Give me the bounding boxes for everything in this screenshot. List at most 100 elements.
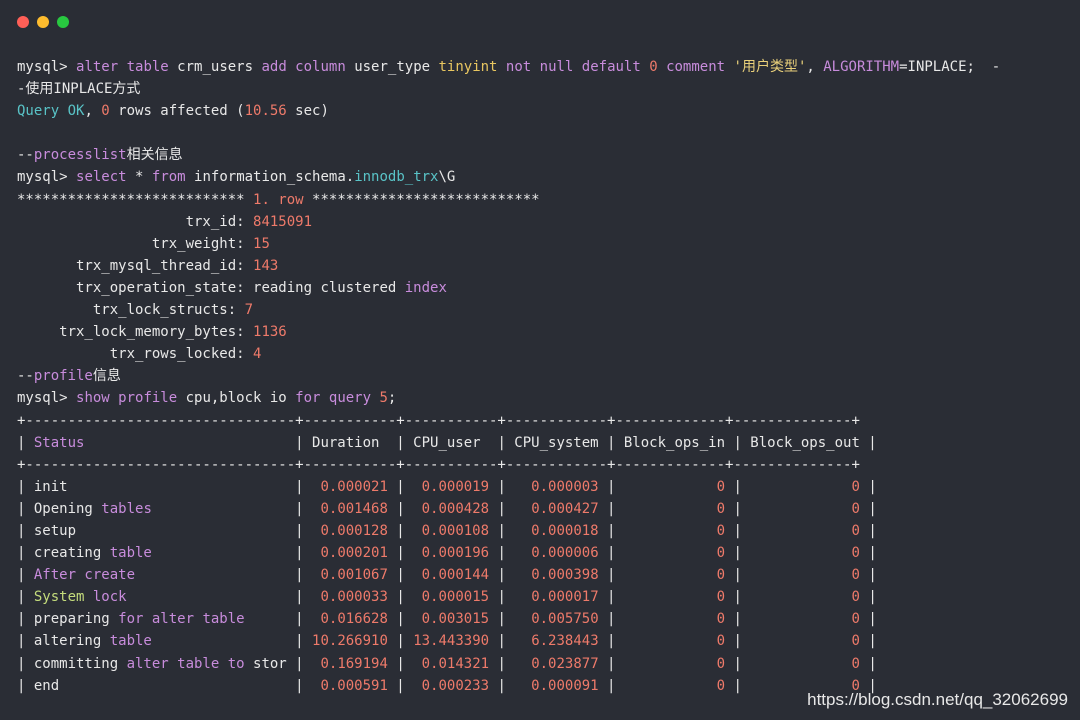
terminal-token: 信息 <box>92 368 121 385</box>
terminal-token: select <box>76 169 136 186</box>
terminal-token: System <box>33 589 85 606</box>
terminal-line-output: Query OK, 0 rows affected (10.56 sec) <box>17 100 1067 122</box>
terminal-token: table <box>109 545 152 562</box>
terminal-token: | <box>387 545 414 562</box>
terminal-token: 0.000018 <box>522 522 599 539</box>
terminal-token: | Opening <box>17 500 102 517</box>
terminal-token: \G <box>438 169 456 186</box>
terminal-line-output: *************************** 1. row *****… <box>17 189 1067 211</box>
terminal-token: crm_users <box>177 59 262 75</box>
terminal-line-output: trx_rows_locked: 4 <box>17 343 1067 365</box>
terminal-token: 0 <box>716 677 726 694</box>
terminal-line-comment: --profile信息 <box>17 365 1067 387</box>
minimize-window-button[interactable] <box>37 16 49 28</box>
terminal-token: | Duration | CPU_user | CPU_system | Blo… <box>84 434 877 451</box>
terminal-token: *************************** <box>312 191 540 208</box>
terminal-token: | <box>598 567 717 584</box>
terminal-token: | <box>17 589 34 606</box>
terminal-token: 13.443390 <box>413 633 490 650</box>
terminal-token: +--------------------------------+------… <box>17 412 860 429</box>
terminal-token: 0 <box>851 545 860 562</box>
terminal-line-table-row: | altering table | 10.266910 | 13.443390… <box>17 630 1067 652</box>
terminal-token: +--------------------------------+------… <box>17 456 860 473</box>
terminal-token: 0.000201 <box>312 545 388 562</box>
terminal-token: 0 <box>851 633 860 650</box>
terminal-token: | <box>859 655 877 672</box>
terminal-token: | <box>489 633 523 650</box>
terminal-token: 0 <box>851 589 860 606</box>
terminal-token: innodb_trx <box>354 169 439 186</box>
terminal-token: alter table <box>76 59 178 75</box>
terminal-token: 0.000015 <box>413 589 490 606</box>
terminal-token: | <box>489 677 523 694</box>
terminal-token: 8415091 <box>253 213 313 230</box>
terminal-token: trx_weight: <box>17 235 254 252</box>
terminal-token: '用户类型' <box>733 59 807 75</box>
terminal-token: 0.000006 <box>522 545 599 562</box>
terminal-token: tinyint <box>438 59 506 75</box>
terminal-token: reading clustered <box>253 279 405 296</box>
terminal-token: 0.000591 <box>312 677 388 694</box>
terminal-token: mysql> <box>17 169 77 186</box>
terminal-line-table-row: | setup | 0.000128 | 0.000108 | 0.000018… <box>17 520 1067 542</box>
terminal-token: | <box>17 567 34 584</box>
terminal-token: | <box>859 567 877 584</box>
terminal-line-output: trx_mysql_thread_id: 143 <box>17 255 1067 277</box>
terminal-line-command: mysql> show profile cpu,block io for que… <box>17 387 1067 409</box>
terminal-token: 0 <box>649 59 667 75</box>
terminal-token: 0.000398 <box>522 567 599 584</box>
terminal-token: | <box>135 567 313 584</box>
terminal-line-output: trx_operation_state: reading clustered i… <box>17 277 1067 299</box>
terminal-token: for query <box>295 390 380 407</box>
terminal-token: ALGORITHM <box>823 59 900 75</box>
terminal-token: | init | <box>17 478 313 495</box>
terminal-token: | end | <box>17 677 313 694</box>
terminal-token: show profile <box>76 390 186 407</box>
terminal-token: user_type <box>354 59 439 75</box>
terminal-token: comment <box>666 59 734 75</box>
terminal-token: | altering <box>17 633 110 650</box>
terminal-token: 0.001468 <box>312 500 388 517</box>
terminal-token: profile <box>33 368 93 385</box>
terminal-token: | <box>598 633 717 650</box>
terminal-token: 0.000196 <box>413 545 490 562</box>
terminal-token: 0 <box>716 478 726 495</box>
terminal-token: | <box>725 545 852 562</box>
terminal-token: 15 <box>253 235 270 252</box>
terminal-token: 0 <box>101 103 110 120</box>
terminal-token: 0 <box>716 500 726 517</box>
terminal-token: 0.000091 <box>522 677 599 694</box>
terminal-token: trx_lock_memory_bytes: <box>17 324 254 341</box>
terminal-line-table-row: | After create | 0.001067 | 0.000144 | 0… <box>17 564 1067 586</box>
terminal-token: index <box>404 279 447 296</box>
terminal-line-border: +--------------------------------+------… <box>17 410 1067 432</box>
terminal-token: | <box>725 500 852 517</box>
terminal-token: alter table to <box>126 655 245 672</box>
terminal-token: 0 <box>851 478 860 495</box>
terminal-line-output: trx_lock_structs: 7 <box>17 299 1067 321</box>
terminal-token: 0 <box>851 655 860 672</box>
terminal-token: | <box>387 478 414 495</box>
terminal-token: | <box>725 522 852 539</box>
terminal-token: 7 <box>244 302 254 319</box>
terminal-token: 0.000017 <box>522 589 599 606</box>
terminal-line-border: +--------------------------------+------… <box>17 454 1067 476</box>
terminal-token: * <box>135 169 152 186</box>
terminal-token: | <box>387 522 414 539</box>
terminal-line-output: trx_id: 8415091 <box>17 211 1067 233</box>
terminal-token: | <box>17 434 34 451</box>
terminal-token: | <box>598 545 717 562</box>
terminal-line-table-row: | preparing for alter table | 0.016628 |… <box>17 608 1067 630</box>
close-window-button[interactable] <box>17 16 29 28</box>
terminal-line-table-header: | Status | Duration | CPU_user | CPU_sys… <box>17 432 1067 454</box>
terminal-line-command: mysql> select * from information_schema.… <box>17 166 1067 188</box>
terminal-token: | <box>725 655 852 672</box>
terminal-token: | <box>489 500 523 517</box>
terminal-token: 6.238443 <box>522 633 599 650</box>
terminal-output[interactable]: mysql> alter table crm_users add column … <box>17 56 1067 697</box>
zoom-window-button[interactable] <box>57 16 69 28</box>
terminal-token: | <box>859 545 877 562</box>
terminal-token: 0 <box>716 589 726 606</box>
terminal-token: 0 <box>716 522 726 539</box>
